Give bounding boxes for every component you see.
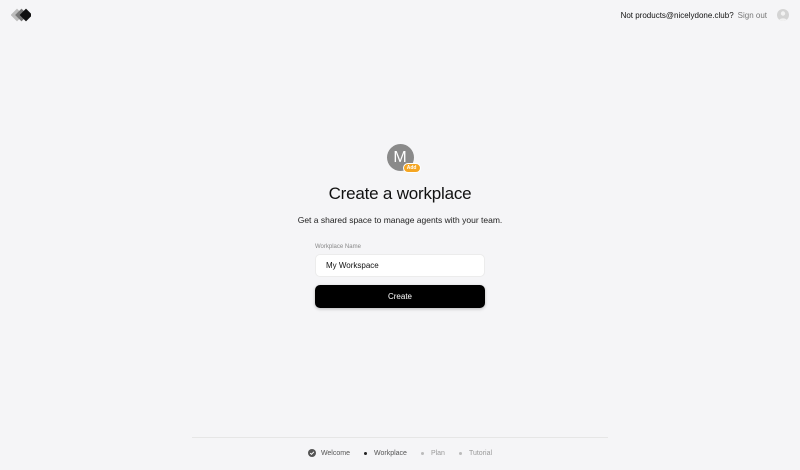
step-label: Workplace xyxy=(373,449,407,457)
step-plan: Plan xyxy=(419,449,445,457)
step-tutorial: Tutorial xyxy=(457,449,492,457)
step-dot-icon xyxy=(458,451,462,455)
add-avatar-badge[interactable]: Add xyxy=(402,163,421,173)
account-bar: Not products@nicelydone.club? Sign out xyxy=(621,8,789,22)
sign-out-link[interactable]: Sign out xyxy=(738,11,767,20)
user-icon xyxy=(779,11,787,21)
step-dot-icon xyxy=(420,451,424,455)
step-welcome: Welcome xyxy=(307,449,350,457)
step-dot-icon xyxy=(363,451,367,455)
create-workplace-panel: M Add Create a workplace Get a shared sp… xyxy=(0,144,800,308)
footer-divider xyxy=(192,437,608,438)
user-avatar[interactable] xyxy=(777,9,789,21)
step-workplace: Workplace xyxy=(362,449,407,457)
create-button[interactable]: Create xyxy=(315,285,485,308)
workplace-name-input[interactable] xyxy=(315,254,485,277)
onboarding-steps: Welcome Workplace Plan Tutorial xyxy=(0,449,800,457)
app-logo[interactable] xyxy=(11,8,31,22)
step-label: Welcome xyxy=(320,449,350,457)
workplace-form: Workplace Name Create xyxy=(315,244,485,308)
step-label: Tutorial xyxy=(468,449,493,457)
step-label: Plan xyxy=(430,449,445,457)
workspace-avatar-upload[interactable]: M Add xyxy=(386,144,421,173)
workplace-name-label: Workplace Name xyxy=(315,244,361,250)
page-subtitle: Get a shared space to manage agents with… xyxy=(297,215,503,225)
check-circle-icon xyxy=(307,449,316,457)
signed-in-user-text: Not products@nicelydone.club? xyxy=(620,10,734,20)
page-title: Create a workplace xyxy=(328,184,472,203)
